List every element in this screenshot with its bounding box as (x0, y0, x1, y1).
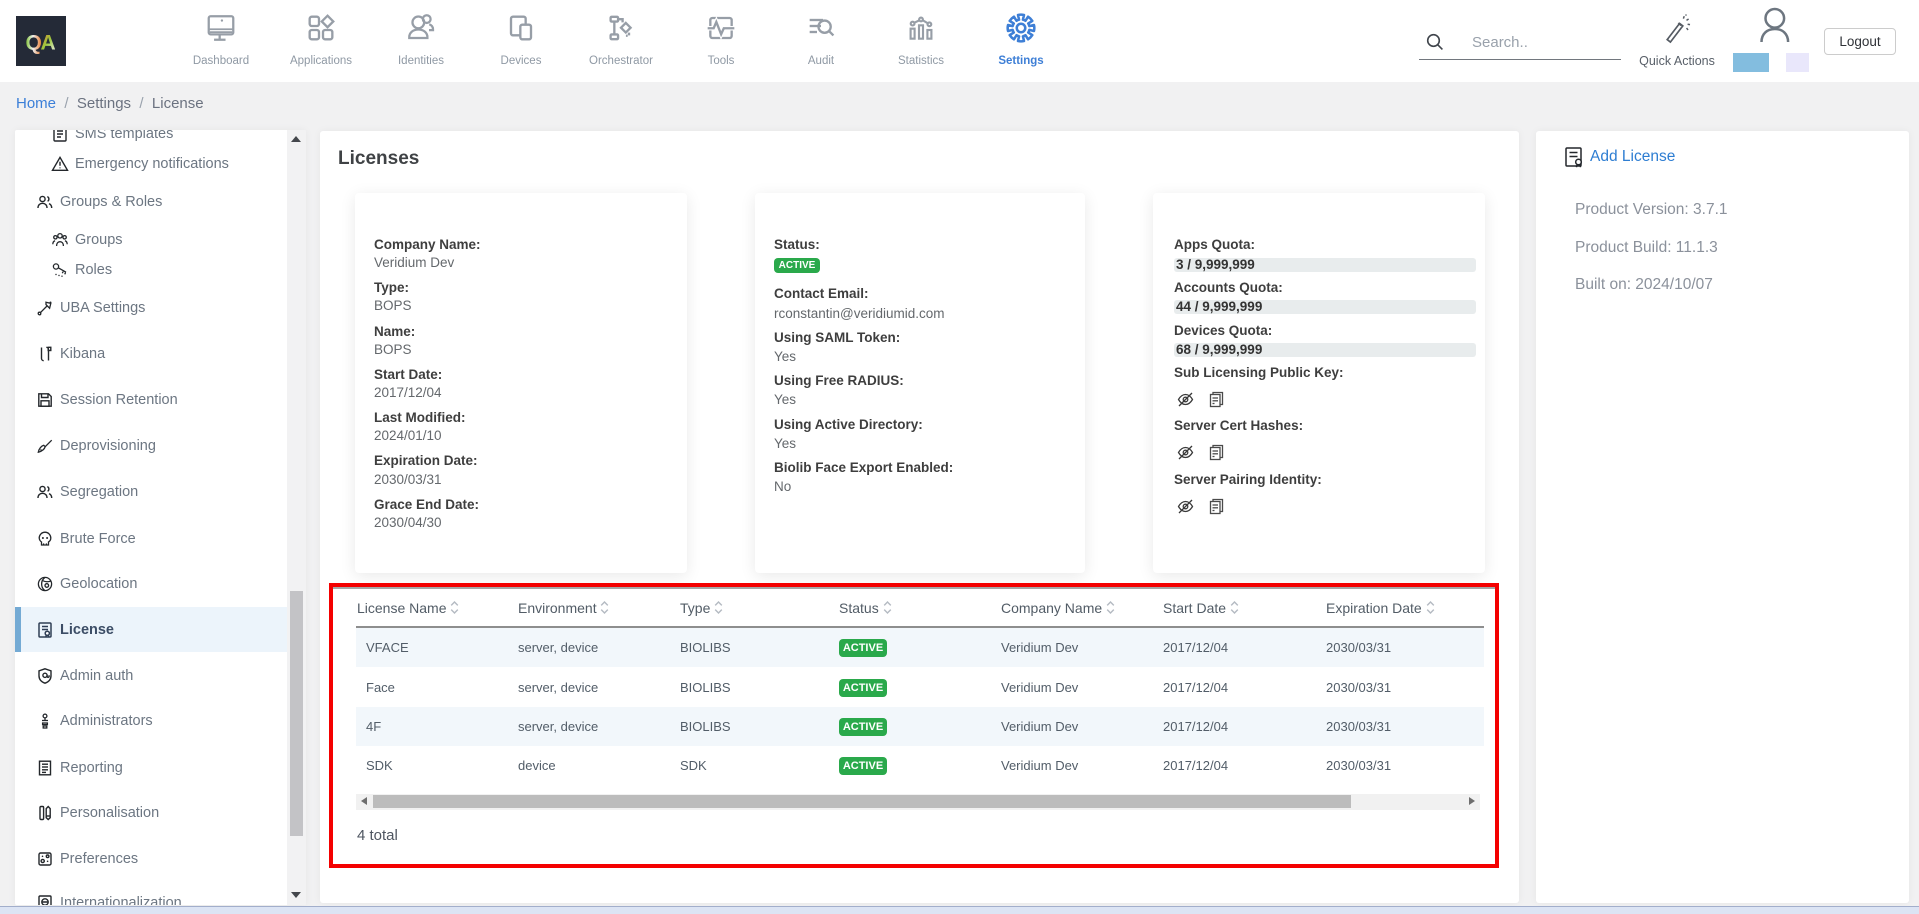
svg-text:Q: Q (26, 32, 42, 55)
svg-text:A: A (41, 32, 56, 55)
